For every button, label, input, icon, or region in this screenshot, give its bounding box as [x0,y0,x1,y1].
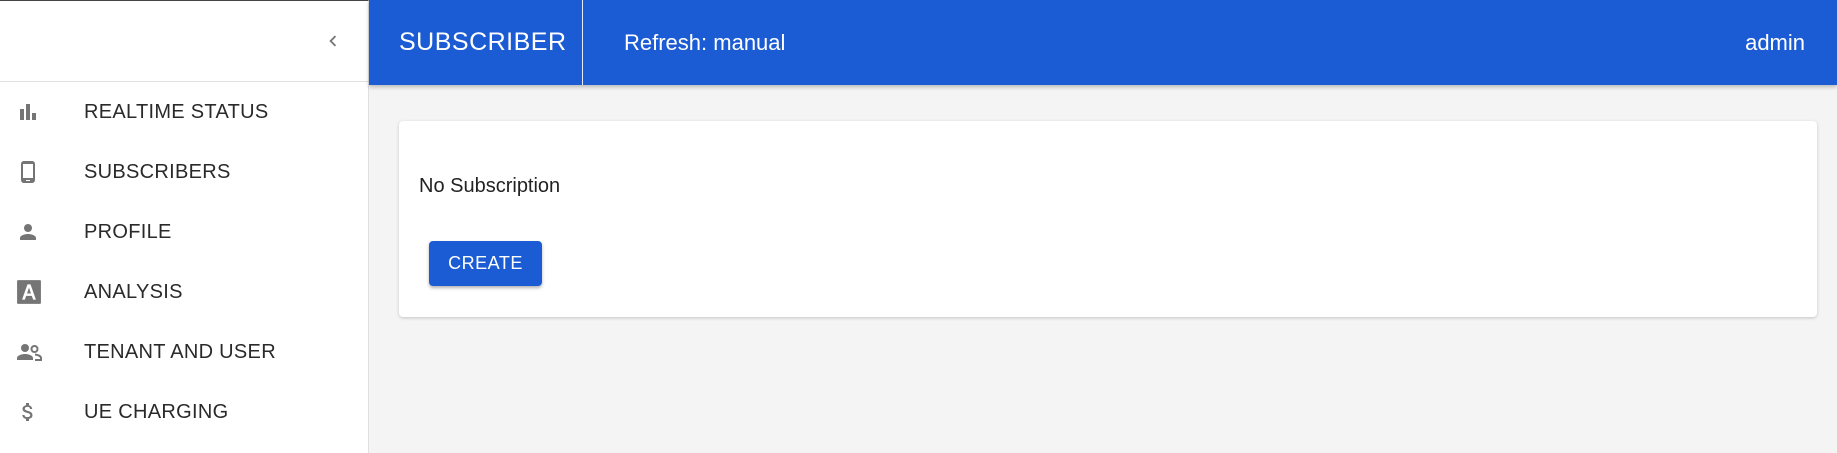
sidebar-item-label: REALTIME STATUS [84,100,269,123]
nav-list: REALTIME STATUS SUBSCRIBERS PROFILE ANAL… [0,82,368,442]
sidebar-item-label: TENANT AND USER [84,340,276,363]
sidebar-item-label: UE CHARGING [84,400,229,423]
collapse-sidebar-button[interactable] [318,26,348,56]
bar-chart-icon [0,82,84,142]
sidebar: REALTIME STATUS SUBSCRIBERS PROFILE ANAL… [0,0,369,453]
sidebar-header [0,1,368,82]
title-divider [582,0,583,85]
create-button[interactable]: CREATE [429,241,542,286]
sidebar-item-subscribers[interactable]: SUBSCRIBERS [0,142,368,202]
people-icon [0,322,84,382]
letter-a-icon [0,262,84,322]
sidebar-item-label: SUBSCRIBERS [84,160,231,183]
chevron-left-icon [329,35,337,47]
empty-state-message: No Subscription [419,175,561,197]
smartphone-icon [0,142,84,202]
sidebar-item-label: PROFILE [84,220,172,243]
sidebar-item-analysis[interactable]: ANALYSIS [0,262,368,322]
sidebar-item-ue-charging[interactable]: UE CHARGING [0,382,368,442]
refresh-selector[interactable]: Refresh: manual [624,0,785,85]
sidebar-item-realtime-status[interactable]: REALTIME STATUS [0,82,368,142]
user-menu[interactable]: admin [1745,0,1805,85]
subscription-card: No Subscription CREATE [399,121,1817,317]
sidebar-item-tenant-and-user[interactable]: TENANT AND USER [0,322,368,382]
person-icon [0,202,84,262]
sidebar-item-profile[interactable]: PROFILE [0,202,368,262]
sidebar-item-label: ANALYSIS [84,280,183,303]
top-bar: SUBSCRIBER Refresh: manual admin [369,0,1837,85]
dollar-icon [0,382,84,442]
page-title: SUBSCRIBER [399,28,567,56]
